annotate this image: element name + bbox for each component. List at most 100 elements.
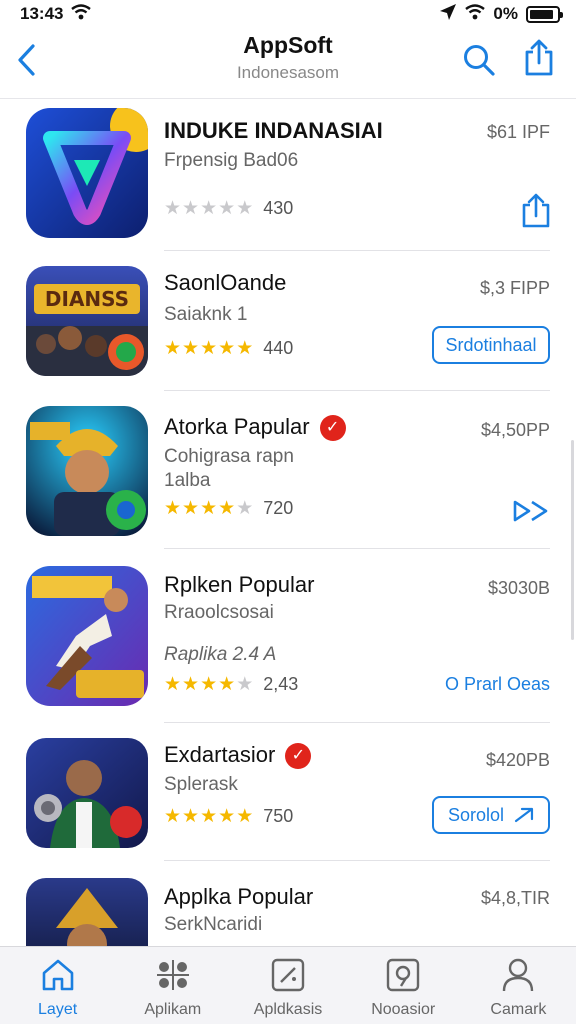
star-icon: ★ [236, 806, 254, 827]
star-rating: ★ ★ ★ ★ ★ [164, 199, 253, 218]
share-button[interactable] [520, 36, 558, 80]
share-icon [525, 39, 553, 76]
list-item[interactable]: DIANSS SaonlOande Saiaknk 1 $,3 FIPP ★ ★ ★… [0, 258, 576, 388]
list-item[interactable]: Rplken Popular Rraoolcsosai Raplika 2.4 … [0, 558, 576, 718]
rating-count: 750 [263, 806, 294, 826]
list-item[interactable]: Atorka Papular ✓ Cohigrasa rapn 1alba $4,… [0, 398, 576, 548]
app-price: $3030B [487, 578, 550, 598]
rating-count: 720 [263, 498, 294, 518]
app-subtitle: Splerask [164, 774, 238, 795]
battery-level [530, 9, 554, 19]
scroll-button[interactable]: Sorolol [432, 796, 550, 834]
star-icon: ★ [236, 498, 254, 519]
star-rating: ★ ★ ★ ★ ★ [164, 499, 253, 518]
list-item[interactable]: Applka Popular SerkNcaridi $4,8,TIR [0, 870, 576, 946]
star-icon: ★ [200, 674, 218, 695]
app-subtitle: SerkNcaridi [164, 914, 263, 935]
star-rating: ★ ★ ★ ★ ★ [164, 807, 253, 826]
row-divider [164, 722, 550, 723]
star-icon: ★ [200, 498, 218, 519]
svg-text:DIANSS: DIANSS [45, 287, 129, 311]
app-name[interactable]: Exdartasior ✓ [164, 742, 312, 770]
app-price: $4,8,TIR [480, 888, 550, 908]
star-icon: ★ [182, 806, 200, 827]
status-bar: 13:43 0% [0, 0, 576, 28]
app-icon[interactable] [26, 566, 148, 706]
rating: ★ ★ ★ ★ ★ 720 [164, 498, 293, 519]
star-icon: ★ [182, 198, 200, 219]
list-item[interactable]: INDUKE INDANASIAI Frpensig Bad06 $61 IPF… [0, 98, 576, 248]
star-icon: ★ [200, 198, 218, 219]
tab-games[interactable]: Apldkasis [230, 947, 345, 1024]
app-name[interactable]: SaonlOande [164, 270, 286, 296]
app-price: $61 IPF [486, 122, 550, 142]
tab-apps[interactable]: Aplikam [115, 947, 230, 1024]
battery-percent: 0% [493, 4, 518, 23]
apps-grid-icon [153, 955, 193, 995]
download-button[interactable]: Srdotinhaal [432, 326, 550, 364]
star-icon: ★ [164, 198, 182, 219]
nav-bar: AppSoft Indonesasom [0, 28, 576, 98]
scrollbar[interactable] [571, 440, 574, 640]
rating: ★ ★ ★ ★ ★ 750 [164, 806, 293, 827]
app-name[interactable]: INDUKE INDANASIAI [164, 118, 383, 144]
tab-today[interactable]: Layet [0, 947, 115, 1024]
tab-label: Camark [490, 1001, 547, 1018]
tab-account[interactable]: Camark [461, 947, 576, 1024]
app-icon[interactable] [26, 738, 148, 848]
rating: ★ ★ ★ ★ ★ 2,43 [164, 674, 298, 695]
star-icon: ★ [218, 338, 236, 359]
profile-icon [498, 955, 538, 995]
app-name[interactable]: Applka Popular [164, 884, 313, 910]
star-rating: ★ ★ ★ ★ ★ [164, 675, 253, 694]
games-icon [268, 955, 308, 995]
search-button[interactable] [460, 40, 498, 80]
app-name[interactable]: Rplken Popular [164, 572, 314, 598]
wifi-icon [71, 3, 92, 25]
arrow-up-right-icon [514, 807, 534, 823]
star-icon: ★ [164, 498, 182, 519]
list-item[interactable]: Exdartasior ✓ Splerask $420PB ★ ★ ★ ★ ★ 750 S… [0, 730, 576, 860]
app-price: $4,50PP [480, 420, 550, 440]
app-subtitle-secondary: Raplika 2.4 A [164, 644, 277, 665]
star-icon: ★ [164, 806, 182, 827]
app-icon[interactable] [26, 108, 148, 238]
rating: ★ ★ ★ ★ ★ 440 [164, 338, 293, 359]
fast-forward-icon [513, 500, 548, 522]
rating-count: 2,43 [263, 674, 299, 694]
status-left: 13:43 [20, 3, 92, 25]
star-icon: ★ [164, 674, 182, 695]
star-icon: ★ [200, 806, 218, 827]
star-icon: ★ [200, 338, 218, 359]
tab-updates[interactable]: Nooasior [346, 947, 461, 1024]
verified-badge-icon: ✓ [285, 743, 312, 770]
tab-label: Nooasior [371, 1001, 436, 1018]
verified-badge-icon: ✓ [319, 415, 346, 442]
app-icon[interactable]: DIANSS [26, 266, 148, 376]
star-icon: ★ [218, 674, 236, 695]
share-button[interactable] [518, 192, 554, 230]
tab-label: Aplikam [144, 1001, 202, 1018]
scroll-button-label: Sorolol [448, 804, 505, 825]
app-price: $420PB [485, 750, 550, 770]
star-icon: ★ [182, 674, 200, 695]
forward-button[interactable] [510, 492, 554, 530]
row-divider [164, 860, 550, 861]
status-time: 13:43 [20, 4, 64, 23]
rating: ★ ★ ★ ★ ★ 430 [164, 198, 293, 219]
app-icon[interactable] [26, 878, 148, 946]
star-icon: ★ [218, 198, 236, 219]
app-subtitle: Rraoolcsosai [164, 602, 274, 623]
star-icon: ★ [182, 338, 200, 359]
star-icon: ★ [182, 498, 200, 519]
app-icon[interactable] [26, 406, 148, 536]
app-subtitle: Frpensig Bad06 [164, 150, 299, 171]
app-subtitle: Cohigrasa rapn [164, 446, 294, 467]
rating-count: 440 [263, 338, 294, 358]
open-link[interactable]: O Prarl Oeas [445, 674, 550, 695]
search-icon [464, 45, 495, 76]
share-icon [522, 193, 550, 228]
wifi-icon [465, 3, 486, 25]
app-list[interactable]: INDUKE INDANASIAI Frpensig Bad06 $61 IPF… [0, 98, 576, 946]
app-name[interactable]: Atorka Papular ✓ [164, 414, 346, 442]
